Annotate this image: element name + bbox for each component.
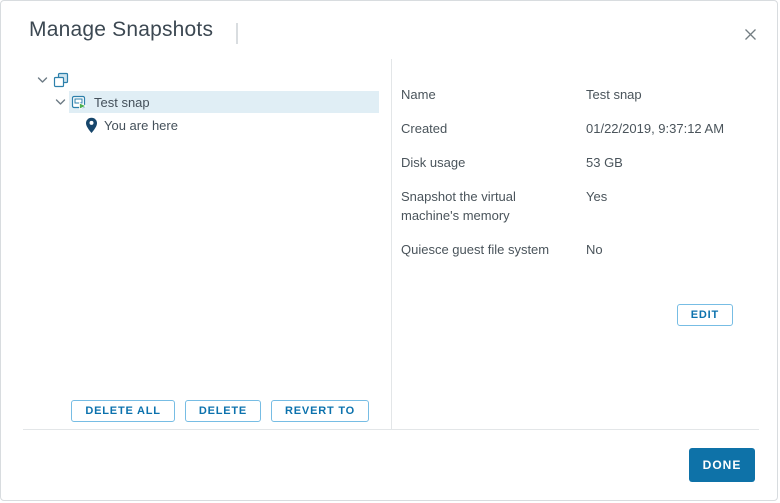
- snapshot-details-panel: Name Test snap Created 01/22/2019, 9:37:…: [401, 59, 759, 429]
- detail-row-memory-snapshot: Snapshot the virtual machine's memory Ye…: [401, 187, 759, 225]
- detail-row-name: Name Test snap: [401, 85, 759, 104]
- edit-button[interactable]: EDIT: [677, 304, 733, 326]
- chevron-down-icon[interactable]: [53, 98, 67, 106]
- detail-label: Quiesce guest file system: [401, 240, 586, 259]
- detail-rows: Name Test snap Created 01/22/2019, 9:37:…: [401, 59, 759, 259]
- tree-item-snapshot[interactable]: Test snap: [23, 92, 379, 112]
- snapshot-tree-panel: Test snap You are here DELETE ALL DELETE…: [23, 59, 379, 429]
- detail-value: 01/22/2019, 9:37:12 AM: [586, 119, 759, 138]
- tree-item-label: Test snap: [94, 95, 150, 110]
- dialog-title: Manage Snapshots: [29, 18, 213, 42]
- detail-value: No: [586, 240, 759, 259]
- footer-divider: [23, 429, 759, 430]
- tree-action-buttons: DELETE ALL DELETE REVERT TO: [23, 400, 369, 422]
- manage-snapshots-dialog: Manage Snapshots: [0, 0, 778, 501]
- snapshot-icon: [71, 94, 88, 110]
- panel-divider: [391, 59, 392, 429]
- detail-label: Created: [401, 119, 586, 138]
- detail-label: Snapshot the virtual machine's memory: [401, 187, 586, 225]
- tree-item-vm-root[interactable]: [23, 70, 379, 90]
- delete-all-button[interactable]: DELETE ALL: [71, 400, 174, 422]
- tree-item-label: You are here: [104, 118, 178, 133]
- vm-icon: [53, 72, 69, 88]
- done-button[interactable]: DONE: [689, 448, 755, 482]
- detail-value: Yes: [586, 187, 759, 225]
- close-button[interactable]: [739, 23, 761, 45]
- detail-value: 53 GB: [586, 153, 759, 172]
- detail-label: Name: [401, 85, 586, 104]
- chevron-down-icon[interactable]: [35, 76, 49, 84]
- detail-label: Disk usage: [401, 153, 586, 172]
- detail-row-quiesce: Quiesce guest file system No: [401, 240, 759, 259]
- tree-item-you-are-here[interactable]: You are here: [23, 115, 379, 135]
- location-pin-icon: [85, 117, 98, 134]
- delete-button[interactable]: DELETE: [185, 400, 261, 422]
- revert-to-button[interactable]: REVERT TO: [271, 400, 369, 422]
- detail-row-created: Created 01/22/2019, 9:37:12 AM: [401, 119, 759, 138]
- detail-row-disk-usage: Disk usage 53 GB: [401, 153, 759, 172]
- title-separator: [236, 23, 238, 44]
- close-icon: [743, 27, 758, 42]
- detail-value: Test snap: [586, 85, 759, 104]
